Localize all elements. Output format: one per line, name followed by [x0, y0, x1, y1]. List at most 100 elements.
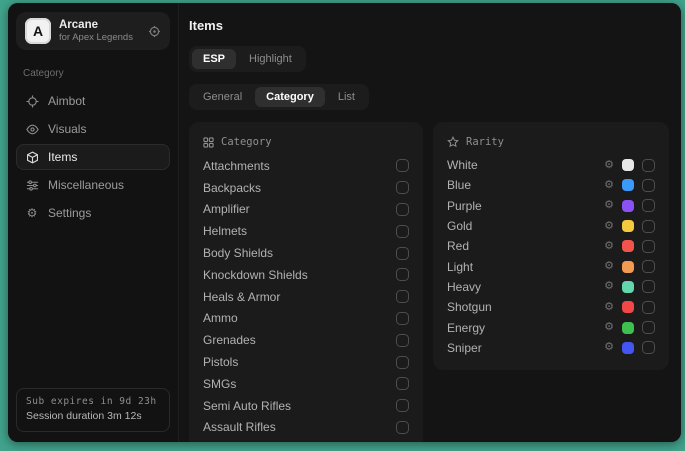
- tab-list[interactable]: List: [327, 87, 366, 107]
- view-tab-group: General Category List: [189, 84, 369, 110]
- category-label: Grenades: [203, 333, 256, 347]
- rarity-panel: Rarity White⚙ Blue⚙ Purple⚙ Gold⚙ Red⚙ L…: [433, 122, 669, 370]
- category-label: Semi Auto Rifles: [203, 399, 291, 413]
- rarity-checkbox[interactable]: [642, 301, 655, 314]
- category-checkbox[interactable]: [396, 421, 409, 434]
- rarity-label: Sniper: [447, 341, 604, 355]
- category-checkbox[interactable]: [396, 334, 409, 347]
- category-label: Pistols: [203, 355, 238, 369]
- rarity-checkbox[interactable]: [642, 159, 655, 172]
- sidebar-item-items[interactable]: Items: [16, 144, 170, 170]
- sidebar-item-aimbot[interactable]: Aimbot: [16, 88, 170, 114]
- category-checkbox[interactable]: [396, 159, 409, 172]
- category-row: Assault Rifles: [203, 417, 409, 439]
- color-swatch[interactable]: [622, 159, 634, 171]
- app-window: A Arcane for Apex Legends Category Aimbo…: [8, 3, 681, 442]
- category-row: Helmets: [203, 220, 409, 242]
- gear-icon[interactable]: ⚙: [604, 241, 614, 252]
- gear-icon[interactable]: ⚙: [604, 160, 614, 171]
- session-duration-text: Session duration 3m 12s: [26, 409, 160, 425]
- rarity-checkbox[interactable]: [642, 341, 655, 354]
- category-checkbox[interactable]: [396, 312, 409, 325]
- category-checkbox[interactable]: [396, 356, 409, 369]
- color-swatch[interactable]: [622, 281, 634, 293]
- tab-category[interactable]: Category: [255, 87, 325, 107]
- sidebar-section-label: Category: [23, 68, 170, 79]
- category-row: Heals & Armor: [203, 286, 409, 308]
- rarity-row: Purple⚙: [447, 196, 655, 216]
- rarity-checkbox[interactable]: [642, 220, 655, 233]
- category-panel: Category Attachments Backpacks Amplifier…: [189, 122, 423, 442]
- category-checkbox[interactable]: [396, 203, 409, 216]
- rarity-checkbox[interactable]: [642, 280, 655, 293]
- star-icon: [447, 136, 459, 148]
- rarity-checkbox[interactable]: [642, 199, 655, 212]
- category-label: Knockdown Shields: [203, 268, 308, 282]
- category-row: SMGs: [203, 373, 409, 395]
- category-row: Grenades: [203, 329, 409, 351]
- main-content: Items ESP Highlight General Category Lis…: [179, 3, 681, 442]
- category-row: Pistols: [203, 351, 409, 373]
- rarity-checkbox[interactable]: [642, 260, 655, 273]
- category-label: Heals & Armor: [203, 290, 280, 304]
- category-label: Backpacks: [203, 181, 261, 195]
- color-swatch[interactable]: [622, 220, 634, 232]
- gear-icon[interactable]: ⚙: [604, 302, 614, 313]
- category-checkbox[interactable]: [396, 247, 409, 260]
- rarity-row: Shotgun⚙: [447, 297, 655, 317]
- mode-tab-group: ESP Highlight: [189, 46, 306, 72]
- color-swatch[interactable]: [622, 322, 634, 334]
- rarity-row: Gold⚙: [447, 216, 655, 236]
- rarity-row: Heavy⚙: [447, 277, 655, 297]
- category-checkbox[interactable]: [396, 225, 409, 238]
- gear-icon[interactable]: ⚙: [604, 221, 614, 232]
- subscription-info-card: Sub expires in 9d 23h Session duration 3…: [16, 388, 170, 432]
- category-checkbox[interactable]: [396, 268, 409, 281]
- sidebar-item-label: Items: [48, 150, 77, 164]
- category-panel-title: Category: [221, 136, 272, 148]
- gear-icon: ⚙: [25, 207, 39, 219]
- color-swatch[interactable]: [622, 301, 634, 313]
- color-swatch[interactable]: [622, 342, 634, 354]
- rarity-row: Light⚙: [447, 256, 655, 276]
- gear-icon[interactable]: ⚙: [604, 342, 614, 353]
- category-checkbox[interactable]: [396, 290, 409, 303]
- category-row: Knockdown Shields: [203, 264, 409, 286]
- category-checkbox[interactable]: [396, 181, 409, 194]
- tab-general[interactable]: General: [192, 87, 253, 107]
- sidebar-item-miscellaneous[interactable]: Miscellaneous: [16, 172, 170, 198]
- gear-icon[interactable]: ⚙: [604, 200, 614, 211]
- rarity-row: Blue⚙: [447, 175, 655, 195]
- rarity-checkbox[interactable]: [642, 179, 655, 192]
- category-row: Amplifier: [203, 199, 409, 221]
- rarity-label: Light: [447, 260, 604, 274]
- gear-icon[interactable]: ⚙: [604, 261, 614, 272]
- rarity-checkbox[interactable]: [642, 240, 655, 253]
- category-label: Assault Rifles: [203, 420, 276, 434]
- category-row: Body Shields: [203, 242, 409, 264]
- sidebar-item-label: Aimbot: [48, 94, 85, 108]
- tab-highlight[interactable]: Highlight: [238, 49, 303, 69]
- color-swatch[interactable]: [622, 240, 634, 252]
- color-swatch[interactable]: [622, 200, 634, 212]
- rarity-label: Heavy: [447, 280, 604, 294]
- circle-gear-icon[interactable]: [148, 25, 161, 38]
- sidebar-item-settings[interactable]: ⚙ Settings: [16, 200, 170, 226]
- rarity-label: Gold: [447, 219, 604, 233]
- color-swatch[interactable]: [622, 179, 634, 191]
- sidebar-item-visuals[interactable]: Visuals: [16, 116, 170, 142]
- gear-icon[interactable]: ⚙: [604, 281, 614, 292]
- rarity-label: Energy: [447, 321, 604, 335]
- category-checkbox[interactable]: [396, 377, 409, 390]
- rarity-label: Purple: [447, 199, 604, 213]
- app-name: Arcane: [59, 18, 140, 32]
- color-swatch[interactable]: [622, 261, 634, 273]
- category-label: Body Shields: [203, 246, 273, 260]
- gear-icon[interactable]: ⚙: [604, 180, 614, 191]
- tab-esp[interactable]: ESP: [192, 49, 236, 69]
- category-checkbox[interactable]: [396, 399, 409, 412]
- gear-icon[interactable]: ⚙: [604, 322, 614, 333]
- rarity-checkbox[interactable]: [642, 321, 655, 334]
- cube-icon: [25, 151, 39, 164]
- rarity-label: Shotgun: [447, 300, 604, 314]
